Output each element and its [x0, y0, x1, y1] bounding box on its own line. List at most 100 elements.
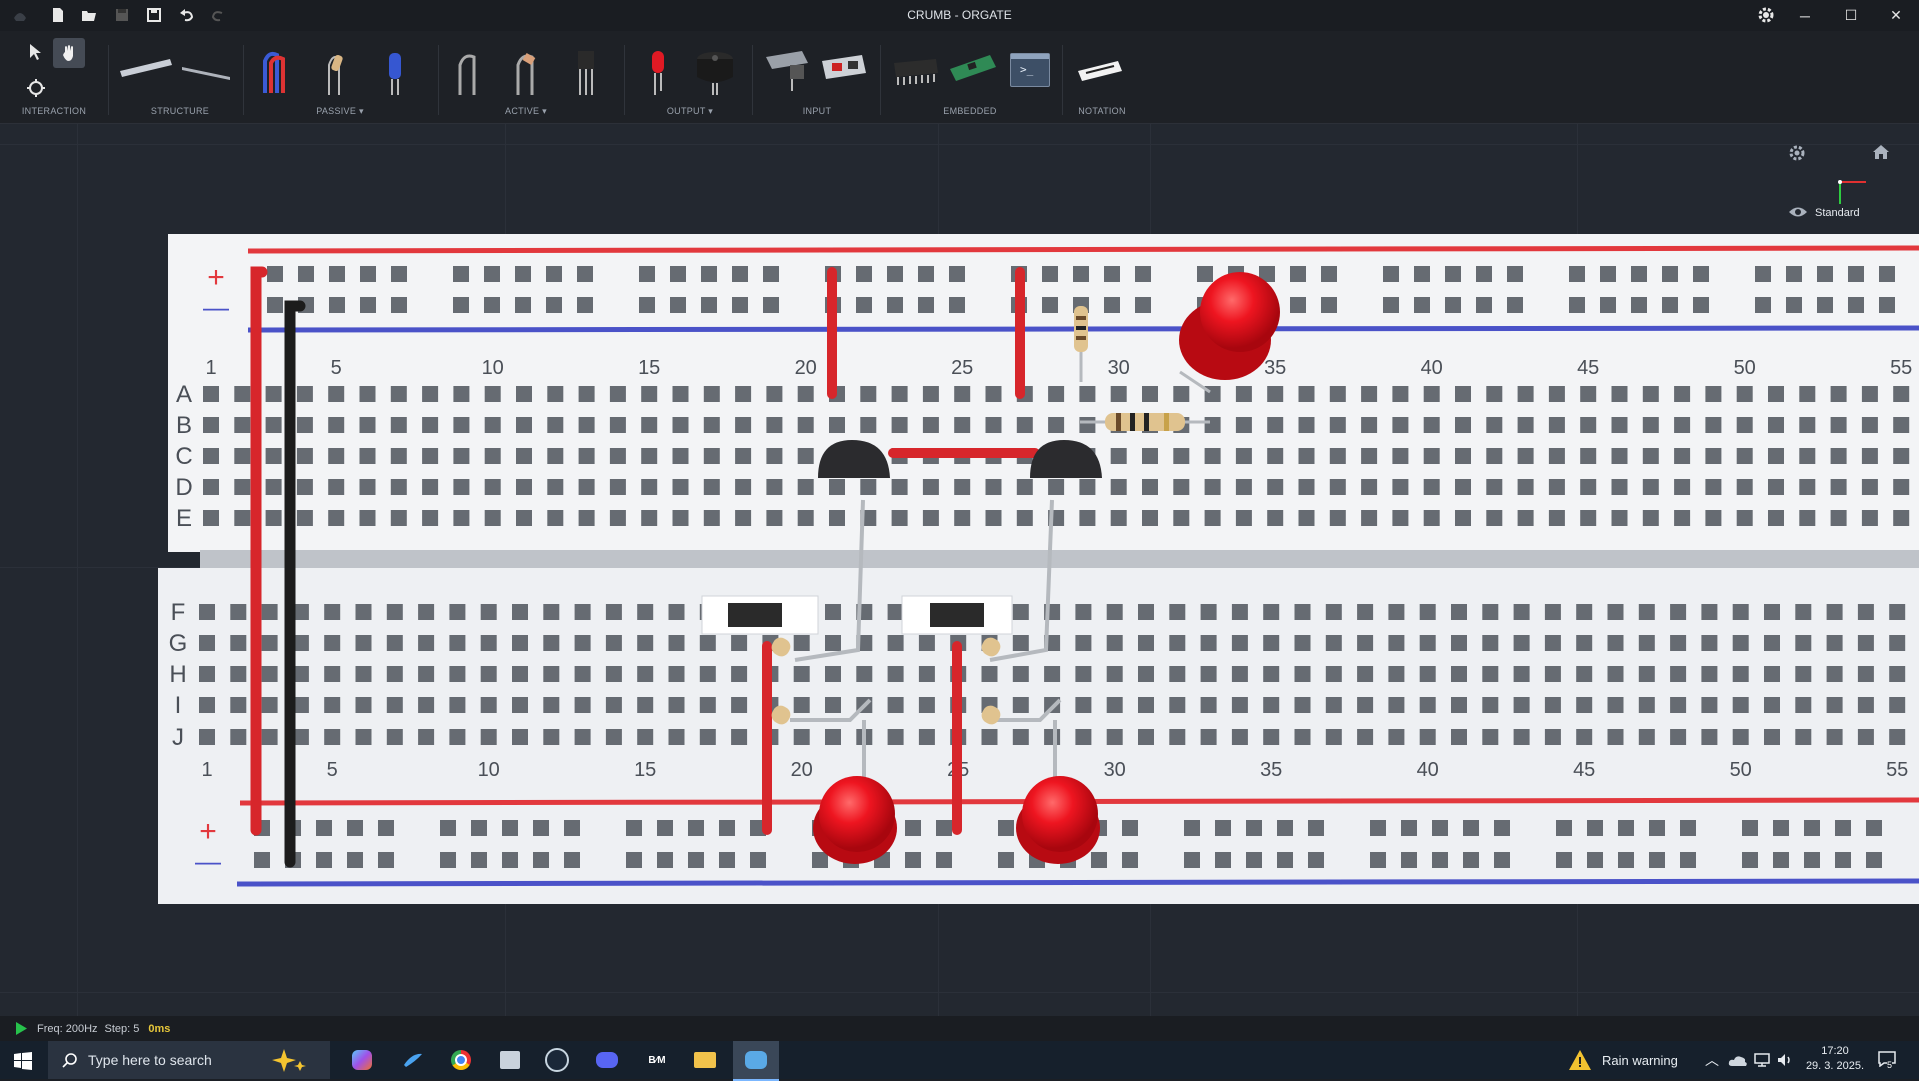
breadboard-hole[interactable]	[1321, 297, 1337, 313]
breadboard-hole[interactable]	[609, 386, 626, 402]
breadboard-hole[interactable]	[440, 852, 456, 868]
breadboard-hole[interactable]	[1016, 479, 1033, 495]
breadboard-hole[interactable]	[668, 635, 685, 651]
breadboard-hole[interactable]	[471, 820, 487, 836]
breadboard-hole[interactable]	[1361, 386, 1378, 402]
taskbar-copilot-app[interactable]	[347, 1046, 377, 1074]
clock[interactable]: 17:20 29. 3. 2025.	[1800, 1045, 1870, 1072]
breadboard-hole[interactable]	[564, 852, 580, 868]
breadboard-hole[interactable]	[422, 510, 439, 526]
breadboard-hole[interactable]	[234, 510, 251, 526]
breadboard-hole[interactable]	[390, 510, 407, 526]
breadboard-hole[interactable]	[265, 479, 282, 495]
breadboard-hole[interactable]	[699, 635, 716, 651]
breadboard-hole[interactable]	[1012, 604, 1029, 620]
breadboard-hole[interactable]	[1329, 448, 1346, 464]
breadboard-hole[interactable]	[1705, 417, 1722, 433]
breadboard-hole[interactable]	[1455, 448, 1471, 464]
breadboard-hole[interactable]	[261, 666, 278, 682]
breadboard-hole[interactable]	[605, 697, 622, 713]
breadboard-hole[interactable]	[1246, 852, 1262, 868]
breadboard-hole[interactable]	[1674, 386, 1691, 402]
breadboard-hole[interactable]	[1169, 729, 1186, 745]
capacitor-tool-icon[interactable]	[372, 43, 418, 99]
breadboard-hole[interactable]	[1012, 697, 1029, 713]
breadboard-hole[interactable]	[1200, 729, 1217, 745]
breadboard-hole[interactable]	[355, 635, 372, 651]
breadboard-hole[interactable]	[1142, 479, 1158, 495]
breadboard-hole[interactable]	[546, 266, 562, 282]
breadboard-hole[interactable]	[1235, 417, 1252, 433]
breadboard-hole[interactable]	[1857, 729, 1874, 745]
breadboard-hole[interactable]	[1618, 852, 1634, 868]
breadboard-hole[interactable]	[1893, 386, 1910, 402]
breadboard-hole[interactable]	[199, 604, 215, 620]
breadboard-hole[interactable]	[1016, 510, 1033, 526]
breadboard-hole[interactable]	[329, 297, 345, 313]
breadboard-hole[interactable]	[1642, 386, 1659, 402]
breadboard-hole[interactable]	[1267, 479, 1284, 495]
breadboard-hole[interactable]	[1830, 510, 1847, 526]
breadboard-hole[interactable]	[954, 479, 971, 495]
breadboard-hole[interactable]	[547, 510, 564, 526]
breadboard-hole[interactable]	[1104, 266, 1120, 282]
breadboard-hole[interactable]	[1298, 448, 1315, 464]
breadboard-hole[interactable]	[1893, 510, 1910, 526]
breadboard-hole[interactable]	[1298, 479, 1315, 495]
breadboard-hole[interactable]	[1618, 820, 1634, 836]
breadboard-hole[interactable]	[418, 604, 435, 620]
breadboard-hole[interactable]	[688, 820, 704, 836]
breadboard-hole[interactable]	[484, 297, 500, 313]
breadboard-hole[interactable]	[1414, 266, 1430, 282]
breadboard-hole[interactable]	[1580, 448, 1597, 464]
breadboard-hole[interactable]	[1451, 666, 1467, 682]
label-tool-icon[interactable]	[1074, 43, 1126, 99]
breadboard-hole[interactable]	[1401, 820, 1417, 836]
breadboard-hole[interactable]	[1680, 820, 1696, 836]
crosshair-icon[interactable]	[27, 79, 45, 97]
breadboard-hole[interactable]	[1044, 666, 1061, 682]
breadboard-hole[interactable]	[998, 820, 1014, 836]
breadboard-hole[interactable]	[1012, 729, 1029, 745]
breadboard-hole[interactable]	[1861, 479, 1878, 495]
breadboard-hole[interactable]	[1826, 604, 1843, 620]
breadboard-hole[interactable]	[516, 479, 532, 495]
breadboard-hole[interactable]	[546, 297, 562, 313]
breadboard-hole[interactable]	[1638, 729, 1655, 745]
breadboard-hole[interactable]	[1826, 666, 1843, 682]
breadboard-hole[interactable]	[637, 666, 654, 682]
breadboard-hole[interactable]	[1736, 479, 1753, 495]
breadboard-hole[interactable]	[1701, 604, 1718, 620]
breadboard-hole[interactable]	[1576, 666, 1593, 682]
breadboard-hole[interactable]	[1804, 852, 1820, 868]
breadboard-hole[interactable]	[1267, 417, 1284, 433]
breadboard-hole[interactable]	[298, 266, 314, 282]
breadboard-hole[interactable]	[1388, 635, 1405, 651]
breadboard-hole[interactable]	[1580, 386, 1597, 402]
breadboard-hole[interactable]	[1388, 697, 1405, 713]
breadboard-hole[interactable]	[418, 635, 435, 651]
breadboard-hole[interactable]	[887, 666, 904, 682]
breadboard-hole[interactable]	[386, 604, 403, 620]
breadboard-hole[interactable]	[418, 729, 435, 745]
breadboard-hole[interactable]	[609, 479, 626, 495]
breadboard-hole[interactable]	[637, 635, 654, 651]
breadboard-hole[interactable]	[922, 386, 939, 402]
breadboard-hole[interactable]	[1263, 635, 1280, 651]
breadboard-hole[interactable]	[1138, 635, 1154, 651]
breadboard-hole[interactable]	[954, 417, 971, 433]
breadboard-hole[interactable]	[639, 297, 655, 313]
breadboard-hole[interactable]	[1889, 666, 1906, 682]
breadboard-hole[interactable]	[797, 417, 814, 433]
breadboard-hole[interactable]	[359, 417, 376, 433]
breadboard-hole[interactable]	[672, 386, 689, 402]
breadboard-hole[interactable]	[766, 448, 783, 464]
breadboard-hole[interactable]	[1173, 386, 1190, 402]
breadboard-hole[interactable]	[703, 417, 720, 433]
breadboard-hole[interactable]	[324, 697, 341, 713]
breadboard-hole[interactable]	[1423, 417, 1440, 433]
breadboard-hole[interactable]	[1670, 604, 1687, 620]
breadboard-hole[interactable]	[672, 448, 689, 464]
breadboard-hole[interactable]	[386, 666, 403, 682]
breadboard-hole[interactable]	[1173, 448, 1190, 464]
